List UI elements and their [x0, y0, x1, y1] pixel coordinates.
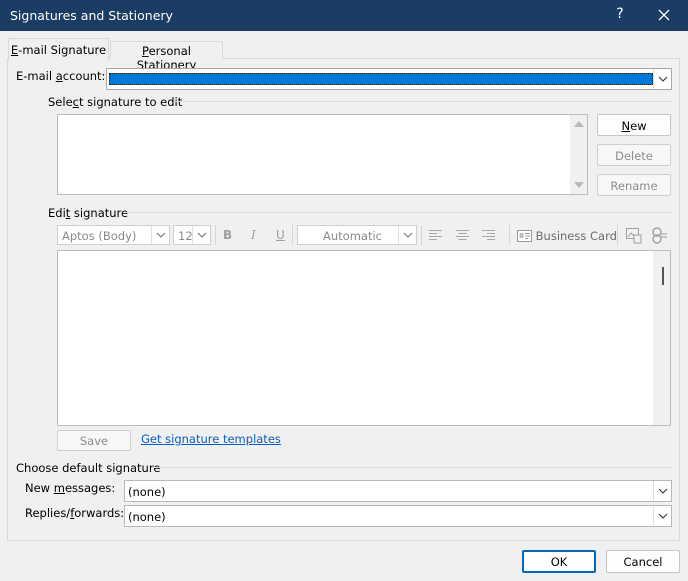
group-divider [124, 212, 672, 213]
email-account-selection [109, 73, 653, 85]
business-card-icon [517, 230, 532, 242]
help-button[interactable]: ? [612, 6, 628, 24]
replies-forwards-label: Replies/forwards: [25, 506, 125, 520]
insert-picture-icon[interactable] [625, 227, 642, 244]
align-left-icon[interactable] [428, 229, 443, 241]
underline-button[interactable]: U [276, 228, 285, 242]
align-center-icon[interactable] [455, 229, 470, 241]
scroll-up-icon[interactable] [574, 120, 584, 127]
business-card-button[interactable]: Business Card [517, 229, 617, 243]
new-button[interactable]: New [597, 114, 671, 136]
toolbar-separator [421, 225, 422, 245]
chevron-down-icon[interactable] [653, 69, 671, 89]
group-divider [174, 101, 672, 102]
close-button[interactable] [654, 5, 674, 25]
close-icon [658, 9, 670, 21]
chevron-down-icon[interactable] [192, 226, 210, 244]
save-button[interactable]: Save [57, 430, 131, 451]
select-signature-label: Select signature to edit [48, 95, 183, 109]
ok-button[interactable]: OK [522, 550, 596, 573]
toolbar-separator [617, 225, 618, 245]
get-signature-templates-link[interactable]: Get signature templates [141, 432, 281, 446]
new-messages-label: New messages: [25, 481, 116, 495]
chevron-down-icon[interactable] [398, 226, 416, 244]
replies-forwards-dropdown[interactable]: (none) [124, 505, 672, 527]
new-messages-dropdown[interactable]: (none) [124, 480, 672, 502]
group-divider [152, 467, 672, 468]
align-right-icon[interactable] [481, 229, 496, 241]
toolbar-separator [215, 225, 216, 245]
chevron-down-icon[interactable] [653, 506, 671, 526]
chevron-down-icon[interactable] [151, 226, 169, 244]
rename-button[interactable]: Rename [597, 174, 671, 196]
default-signature-heading: Choose default signature [16, 461, 161, 475]
cancel-button[interactable]: Cancel [606, 550, 680, 573]
email-account-label: E-mail account: [16, 69, 106, 83]
chevron-down-icon[interactable] [653, 481, 671, 501]
scroll-down-icon[interactable] [574, 182, 584, 189]
signature-editor[interactable] [57, 250, 671, 426]
window-title: Signatures and Stationery [10, 8, 173, 23]
toolbar-separator [292, 225, 293, 245]
signature-list[interactable] [57, 114, 588, 195]
delete-button[interactable]: Delete [597, 144, 671, 166]
italic-button[interactable]: I [251, 228, 256, 242]
tab-personal-stationery[interactable]: Personal Stationery [110, 41, 223, 72]
signature-list-scrollbar[interactable] [570, 115, 587, 194]
font-dropdown[interactable]: Aptos (Body) [57, 225, 170, 245]
text-cursor [662, 267, 664, 285]
email-account-dropdown[interactable] [106, 68, 672, 90]
font-size-dropdown[interactable]: 12 [173, 225, 211, 245]
insert-hyperlink-icon[interactable] [651, 227, 668, 244]
toolbar-separator [509, 225, 510, 245]
tab-email-signature[interactable]: E-mail Signature [8, 38, 109, 61]
bold-button[interactable]: B [223, 228, 232, 242]
edit-signature-label: Edit signature [48, 206, 129, 220]
font-color-dropdown[interactable]: Automatic [297, 225, 417, 245]
